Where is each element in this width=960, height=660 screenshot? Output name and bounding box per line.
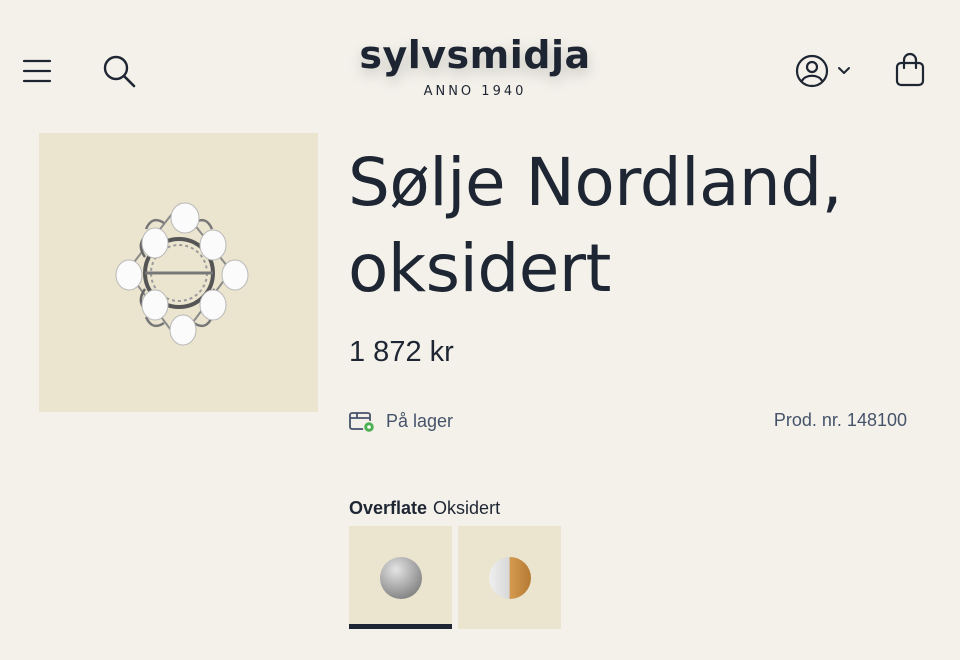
stock-box-icon xyxy=(349,412,376,434)
site-header: sylvsmidja ANNO 1940 xyxy=(0,0,960,125)
finish-selected-value: Oksidert xyxy=(433,498,501,518)
search-button[interactable] xyxy=(98,50,140,92)
finish-option-gilded[interactable] xyxy=(458,526,561,629)
menu-button[interactable] xyxy=(18,52,56,90)
silver-oxidized-swatch xyxy=(380,557,422,599)
account-button[interactable] xyxy=(792,50,854,92)
finish-label: Overflate Oksidert xyxy=(349,498,500,519)
menu-icon xyxy=(22,59,52,83)
product-title-line2: oksidert xyxy=(348,230,611,307)
stock-text: På lager xyxy=(386,410,454,431)
cart-button[interactable] xyxy=(890,48,930,92)
brand-tagline: ANNO 1940 xyxy=(423,84,527,99)
product-title-line1: Sølje Nordland, xyxy=(348,144,843,221)
stock-status: På lager xyxy=(348,408,453,434)
finish-label-key: Overflate xyxy=(349,498,428,518)
account-icon xyxy=(795,54,829,88)
product-title: Sølje Nordland, oksidert xyxy=(348,140,948,312)
brand-logo[interactable]: sylvsmidja ANNO 1940 xyxy=(340,36,610,99)
product-price: 1 872 kr xyxy=(349,336,454,368)
silver-gold-swatch xyxy=(489,557,531,599)
shopping-bag-icon xyxy=(895,52,925,87)
search-icon xyxy=(103,55,136,88)
brooch-image xyxy=(115,202,249,346)
product-number: Prod. nr. 148100 xyxy=(773,410,907,430)
brand-name: sylvsmidja xyxy=(359,33,591,77)
chevron-down-icon xyxy=(838,67,850,74)
product-image[interactable] xyxy=(39,133,318,412)
selected-indicator xyxy=(349,624,452,629)
finish-option-oxidized[interactable] xyxy=(349,526,452,629)
